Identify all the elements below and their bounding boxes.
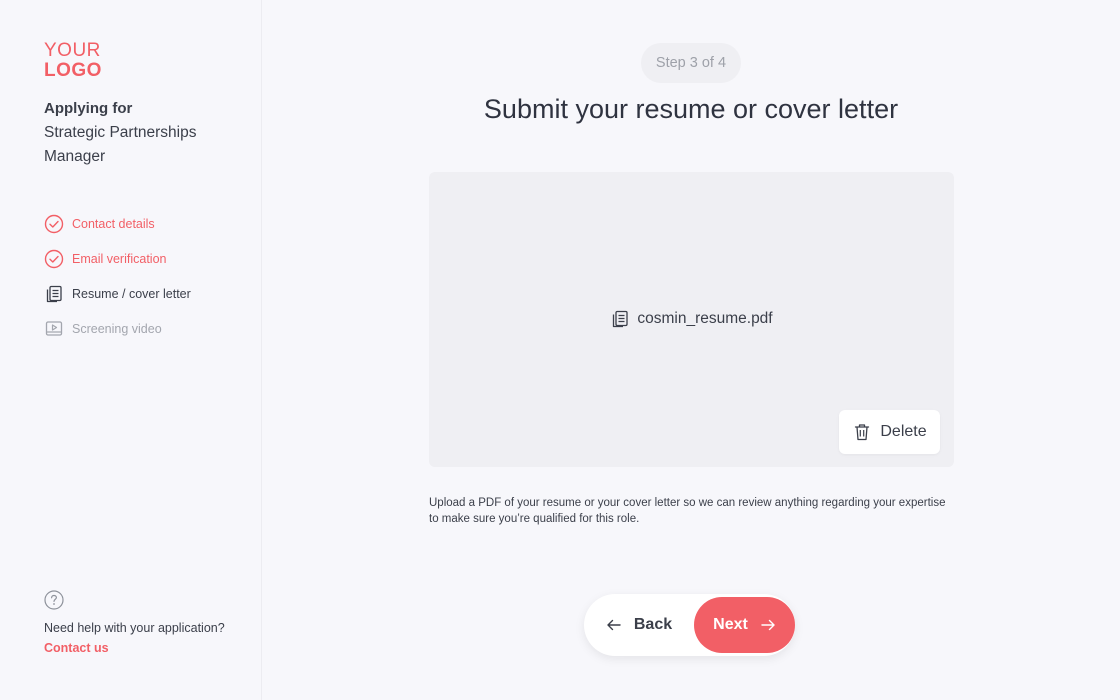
step-label: Resume / cover letter	[72, 287, 191, 301]
logo-top-text: YOUR	[44, 40, 101, 61]
help-circle-icon[interactable]	[44, 590, 64, 610]
next-button[interactable]: Next	[694, 597, 795, 653]
back-button[interactable]: Back	[584, 594, 694, 656]
step-email-verification[interactable]: Email verification	[44, 248, 191, 270]
next-label: Next	[713, 616, 748, 633]
uploaded-file: cosmin_resume.pdf	[429, 309, 954, 329]
video-icon	[44, 319, 64, 339]
arrow-left-icon	[606, 617, 622, 633]
navigation-pill: Back Next	[584, 594, 795, 656]
back-label: Back	[633, 616, 673, 633]
trash-icon	[852, 422, 872, 442]
arrow-right-icon	[760, 617, 776, 633]
step-screening-video[interactable]: Screening video	[44, 318, 191, 340]
page-title: Submit your resume or cover letter	[483, 94, 899, 124]
step-indicator: Step 3 of 4	[641, 43, 741, 83]
step-label: Email verification	[72, 252, 167, 266]
upload-dropzone[interactable]: cosmin_resume.pdf Delete	[429, 172, 954, 467]
document-icon	[44, 284, 64, 304]
applying-for-label: Applying for	[44, 100, 133, 117]
help-text: Need help with your application? Contact…	[44, 618, 234, 658]
delete-button[interactable]: Delete	[839, 410, 940, 454]
check-circle-icon	[44, 249, 64, 269]
help-section: Need help with your application? Contact…	[44, 590, 234, 658]
help-message: Need help with your application?	[44, 621, 225, 635]
logo-bottom-text: LOGO	[44, 60, 102, 81]
step-list: Contact details Email verification Resum…	[44, 213, 191, 353]
logo: YOUR LOGO	[44, 41, 102, 81]
applying-for: Applying for Strategic Partnerships Mana…	[44, 99, 234, 169]
delete-label: Delete	[880, 423, 927, 440]
step-contact-details[interactable]: Contact details	[44, 213, 191, 235]
document-icon	[610, 309, 630, 329]
file-name: cosmin_resume.pdf	[637, 310, 773, 327]
sidebar: YOUR LOGO Applying for Strategic Partner…	[0, 0, 262, 700]
main-content: Step 3 of 4 Submit your resume or cover …	[262, 0, 1120, 700]
step-label: Screening video	[72, 322, 162, 336]
job-title: Strategic Partnerships Manager	[44, 124, 197, 165]
step-resume-cover-letter[interactable]: Resume / cover letter	[44, 283, 191, 305]
step-label: Contact details	[72, 217, 155, 231]
upload-hint: Upload a PDF of your resume or your cove…	[429, 497, 946, 525]
check-circle-icon	[44, 214, 64, 234]
contact-us-link[interactable]: Contact us	[44, 641, 109, 655]
